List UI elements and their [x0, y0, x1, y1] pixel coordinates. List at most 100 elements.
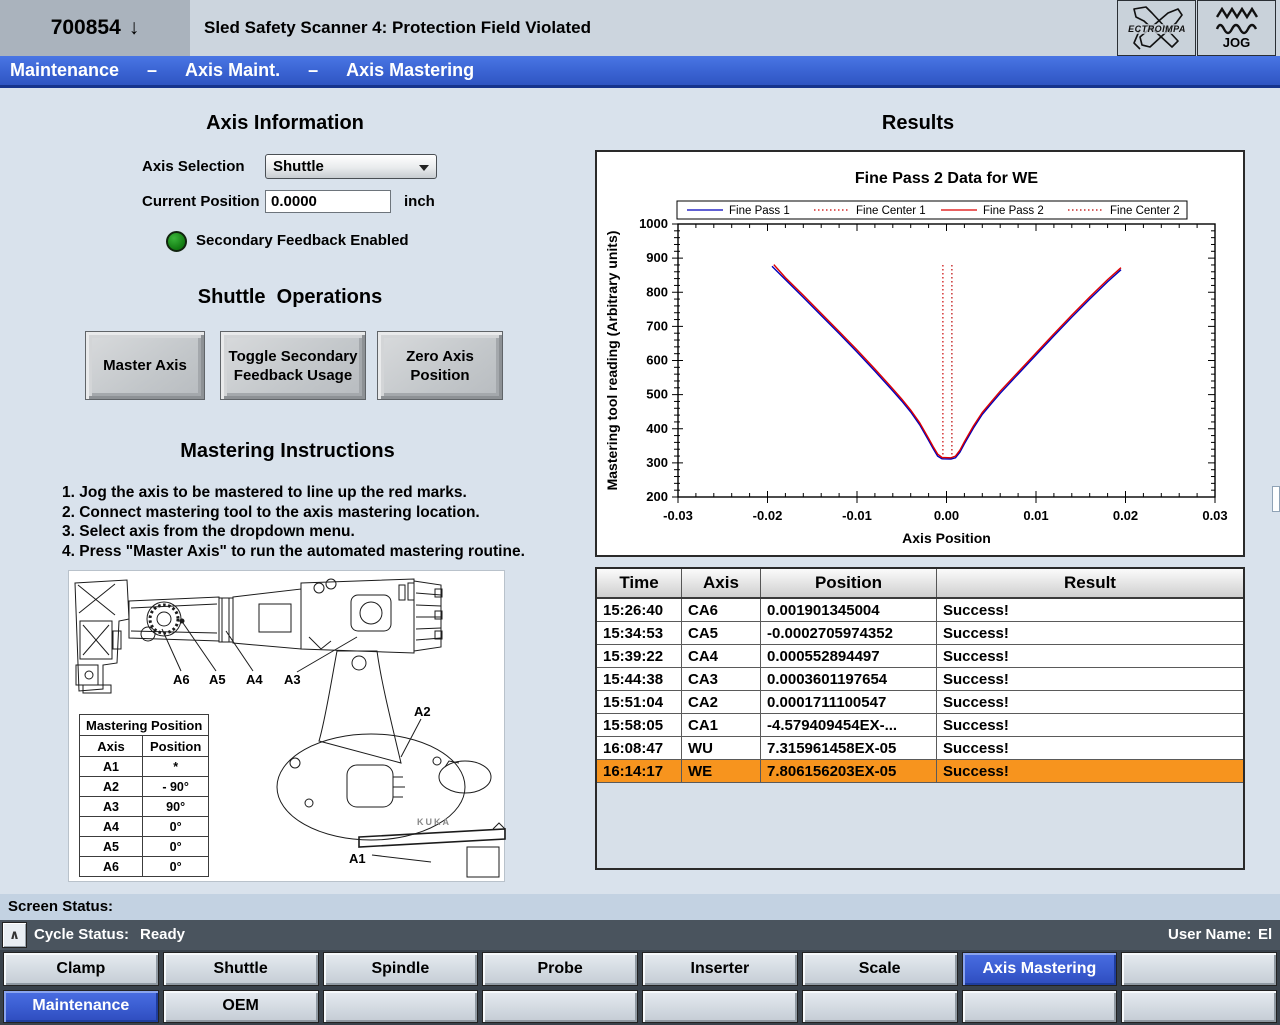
results-table-row[interactable]: 16:08:47WU7.315961458EX-05Success!: [597, 737, 1243, 760]
nav-button-oem[interactable]: OEM: [163, 990, 319, 1024]
results-table-row[interactable]: 15:44:38CA30.0003601197654Success!: [597, 668, 1243, 691]
y-tick-label: 300: [646, 455, 668, 470]
instruction-step: 1. Jog the axis to be mastered to line u…: [62, 483, 532, 503]
nav-button-scale[interactable]: Scale: [802, 952, 958, 986]
cycle-status-bar: ∧ Cycle Status: Ready User Name: El: [0, 920, 1280, 950]
down-arrow-icon: ↓: [129, 16, 140, 40]
mastering-table-column: Axis: [80, 736, 143, 757]
results-table-cell: 15:26:40: [597, 599, 682, 621]
results-table-cell: 7.315961458EX-05: [761, 737, 937, 759]
collapse-button[interactable]: ∧: [2, 922, 27, 948]
chart-panel: Fine Pass 2 Data for WEFine Pass 1Fine C…: [595, 150, 1245, 557]
zero-axis-position-label: Zero Axis Position: [406, 347, 474, 385]
axis-selection-dropdown[interactable]: Shuttle: [265, 154, 437, 179]
results-table-cell: 15:39:22: [597, 645, 682, 667]
x-tick-label: 0.00: [934, 508, 959, 523]
results-table-cell: Success!: [937, 599, 1243, 621]
tools-caption: ECTROIMPA: [1119, 24, 1195, 34]
breadcrumb-item-axis-mastering[interactable]: Axis Mastering: [346, 60, 474, 81]
robot-axis-label-a4: A4: [246, 672, 263, 687]
results-table-cell: 15:58:05: [597, 714, 682, 736]
instruction-step: 4. Press "Master Axis" to run the automa…: [62, 542, 532, 562]
mastering-instructions-title: Mastering Instructions: [115, 440, 460, 463]
robot-brand-label: KUKA: [417, 817, 451, 827]
breadcrumb-separator: –: [308, 60, 318, 81]
nav-button-clamp[interactable]: Clamp: [3, 952, 159, 986]
results-table-cell: Success!: [937, 691, 1243, 713]
navigation-button-grid: ClampShuttleSpindleProbeInserterScaleAxi…: [0, 950, 1280, 1025]
results-table-row[interactable]: 15:58:05CA1-4.579409454EX-...Success!: [597, 714, 1243, 737]
results-table-cell: -0.0002705974352: [761, 622, 937, 644]
mastering-table-row: A40°: [80, 817, 209, 837]
mastering-table-cell: A1: [80, 757, 143, 777]
results-table-cell: 15:44:38: [597, 668, 682, 690]
x-tick-label: -0.03: [663, 508, 693, 523]
results-table-row[interactable]: 15:26:40CA60.001901345004Success!: [597, 599, 1243, 622]
plot-border: [678, 224, 1215, 497]
mastering-table-title: Mastering Position: [80, 715, 209, 736]
mastering-instructions-list: 1. Jog the axis to be mastered to line u…: [62, 483, 532, 561]
results-table-cell: Success!: [937, 622, 1243, 644]
x-tick-label: -0.01: [842, 508, 872, 523]
breadcrumb-item-maintenance[interactable]: Maintenance: [10, 60, 119, 81]
results-table-cell: CA2: [682, 691, 761, 713]
instruction-step: 3. Select axis from the dropdown menu.: [62, 522, 532, 542]
toggle-secondary-feedback-button[interactable]: Toggle Secondary Feedback Usage: [220, 331, 366, 400]
results-table-cell: CA5: [682, 622, 761, 644]
y-tick-label: 200: [646, 489, 668, 504]
x-axis-label: Axis Position: [902, 530, 991, 546]
master-axis-label: Master Axis: [103, 356, 187, 375]
master-axis-button[interactable]: Master Axis: [85, 331, 205, 400]
chevron-down-icon: [419, 165, 429, 171]
cycle-status-value: Ready: [140, 920, 185, 950]
nav-button-empty[interactable]: [802, 990, 958, 1024]
results-table-row[interactable]: 16:14:17WE7.806156203EX-05Success!: [597, 760, 1243, 783]
results-table-cell: 0.0003601197654: [761, 668, 937, 690]
axis-selection-label: Axis Selection: [142, 158, 245, 175]
results-title: Results: [768, 112, 1068, 135]
x-tick-label: 0.02: [1113, 508, 1138, 523]
nav-button-empty[interactable]: [1121, 952, 1277, 986]
shuttle-operations-title: Shuttle Operations: [120, 286, 460, 309]
results-column-header: Position: [761, 569, 937, 597]
jog-mode-button[interactable]: JOG: [1197, 0, 1276, 56]
nav-button-inserter[interactable]: Inserter: [642, 952, 798, 986]
results-table-cell: WE: [682, 760, 761, 782]
nav-button-empty[interactable]: [642, 990, 798, 1024]
results-table-cell: Success!: [937, 714, 1243, 736]
legend-entry-label: Fine Pass 2: [983, 205, 1044, 217]
nav-button-maintenance[interactable]: Maintenance: [3, 990, 159, 1024]
breadcrumb-separator: –: [147, 60, 157, 81]
alarm-message: Sled Safety Scanner 4: Protection Field …: [204, 0, 591, 56]
nav-button-shuttle[interactable]: Shuttle: [163, 952, 319, 986]
alarm-number: 700854: [51, 16, 121, 40]
results-table-cell: 7.806156203EX-05: [761, 760, 937, 782]
nav-button-empty[interactable]: [1121, 990, 1277, 1024]
nav-button-axis-mastering[interactable]: Axis Mastering: [962, 952, 1118, 986]
robot-axis-label-a5: A5: [209, 672, 226, 687]
nav-button-spindle[interactable]: Spindle: [323, 952, 479, 986]
mastering-table-cell: *: [142, 757, 208, 777]
mastering-table-cell: A5: [80, 837, 143, 857]
results-table-row[interactable]: 15:51:04CA20.0001711100547Success!: [597, 691, 1243, 714]
nav-button-empty[interactable]: [482, 990, 638, 1024]
fine-pass-chart: Fine Pass 2 Data for WEFine Pass 1Fine C…: [597, 152, 1243, 555]
legend-entry-label: Fine Center 1: [856, 205, 926, 217]
alarm-number-button[interactable]: 700854 ↓: [0, 0, 190, 56]
mastering-table-cell: 0°: [142, 857, 208, 877]
y-axis-label: Mastering tool reading (Arbitrary units): [604, 231, 620, 491]
nav-button-empty[interactable]: [323, 990, 479, 1024]
x-tick-label: -0.02: [753, 508, 783, 523]
results-table-row[interactable]: 15:34:53CA5-0.0002705974352Success!: [597, 622, 1243, 645]
current-position-input[interactable]: [265, 190, 391, 213]
results-table-header: TimeAxisPositionResult: [597, 569, 1243, 599]
nav-button-probe[interactable]: Probe: [482, 952, 638, 986]
y-tick-label: 600: [646, 353, 668, 368]
y-tick-label: 400: [646, 421, 668, 436]
mastering-table-row: A60°: [80, 857, 209, 877]
zero-axis-position-button[interactable]: Zero Axis Position: [377, 331, 503, 400]
results-table-row[interactable]: 15:39:22CA40.000552894497Success!: [597, 645, 1243, 668]
chart-title: Fine Pass 2 Data for WE: [855, 170, 1038, 187]
breadcrumb-item-axis-maint[interactable]: Axis Maint.: [185, 60, 280, 81]
nav-button-empty[interactable]: [962, 990, 1118, 1024]
